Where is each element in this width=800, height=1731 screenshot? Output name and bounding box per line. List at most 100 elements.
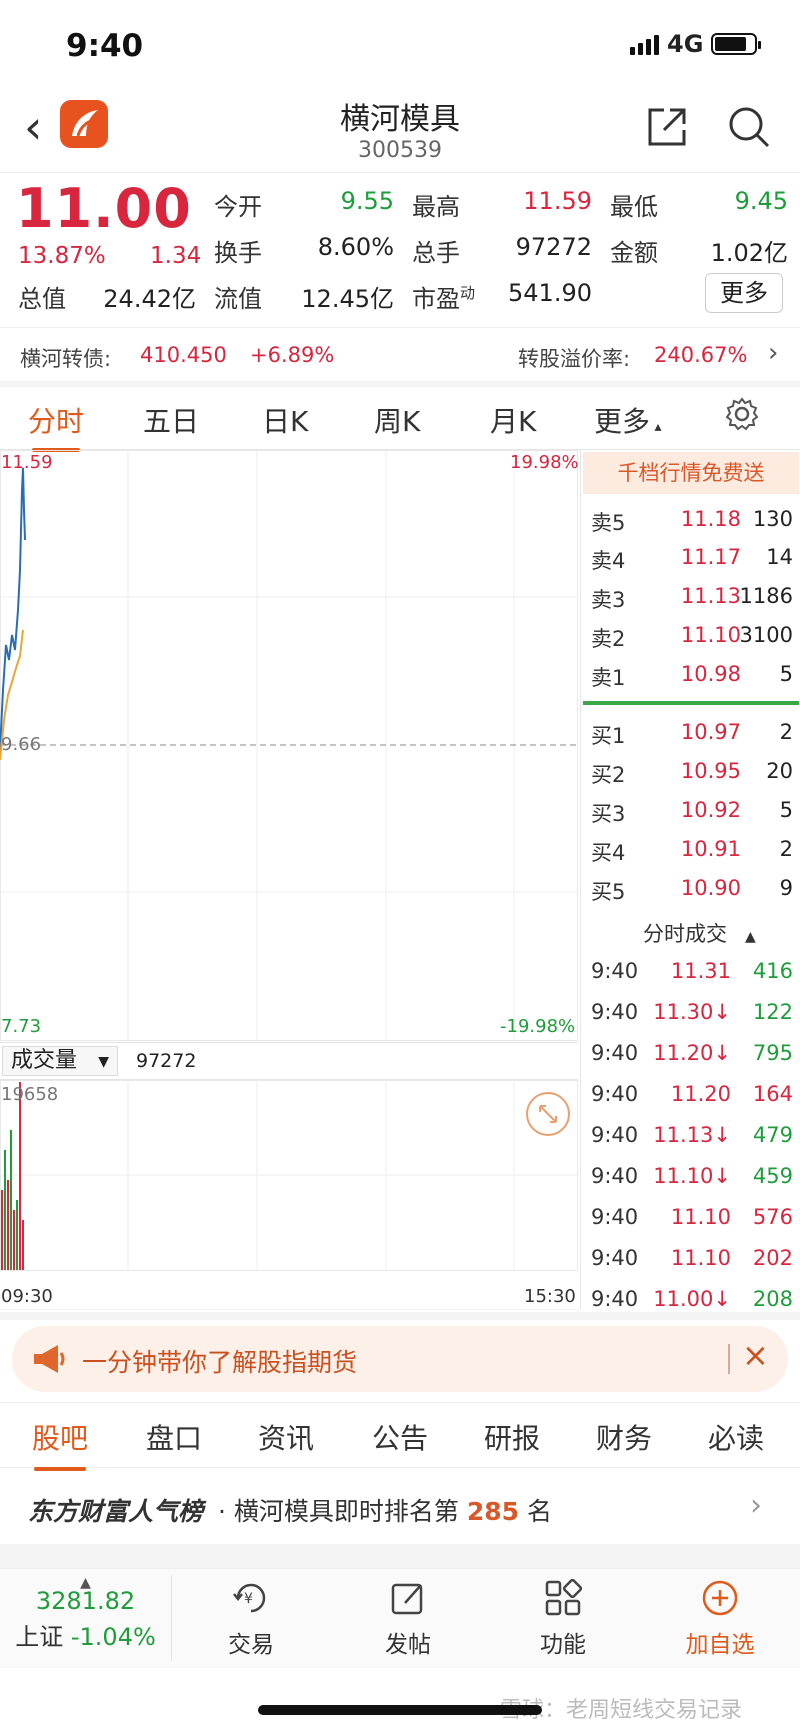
signal-icon	[630, 33, 659, 55]
edit-icon	[348, 1577, 468, 1619]
trades-title[interactable]: 分时成交 ▲	[643, 918, 756, 948]
trade-row: 9:40 11.20↓ 795	[591, 1041, 793, 1065]
search-icon[interactable]	[726, 104, 772, 150]
low-label: 最低	[610, 193, 658, 221]
tab-guba[interactable]: 股吧	[32, 1417, 88, 1471]
turnover-value: 8.60%	[317, 233, 394, 261]
tab-news[interactable]: 资讯	[258, 1417, 314, 1457]
home-indicator[interactable]	[258, 1705, 542, 1715]
volume-label: 总手	[412, 239, 460, 267]
rank-number: 285	[466, 1497, 520, 1526]
nav-functions[interactable]: 功能	[503, 1577, 623, 1659]
bid-row: 买1 10.97 2	[591, 720, 793, 748]
nav-post[interactable]: 发帖	[348, 1577, 468, 1659]
price-line	[0, 467, 26, 751]
chart-tabs: 分时 五日 日K 周K 月K 更多 ▴	[0, 390, 800, 452]
bottom-nav: ▲ 3281.82 上证 -1.04% ¥ 交易 发帖 功能 加自选	[0, 1568, 800, 1668]
intraday-chart[interactable]: 11.59 19.98% 9.66 7.73 -19.98% 成交量 ▼ 9727…	[0, 450, 579, 1310]
float-label: 流值	[214, 285, 262, 313]
trade-row: 9:40 11.31 416	[591, 959, 793, 983]
time-end-label: 15:30	[524, 1286, 576, 1307]
share-icon[interactable]	[644, 104, 690, 150]
tab-pankou[interactable]: 盘口	[146, 1417, 202, 1457]
order-book: 千档行情免费送 卖5 11.18 130 卖4 11.17 14 卖3 11.13 1186…	[580, 450, 800, 1311]
high-label: 最高	[412, 193, 460, 221]
index-ticker[interactable]: ▲ 3281.82 上证 -1.04%	[0, 1575, 172, 1661]
tab-more[interactable]: 更多 ▴	[594, 400, 662, 440]
amount-value: 1.02亿	[710, 239, 788, 267]
index-value: 3281.82	[35, 1587, 136, 1615]
change-percent: 13.87%	[18, 243, 106, 269]
tab-daily-k[interactable]: 日K	[262, 400, 308, 440]
tab-announcements[interactable]: 公告	[372, 1417, 428, 1457]
nav-trade[interactable]: ¥ 交易	[191, 1577, 311, 1659]
volume-max-label: 19658	[1, 1084, 59, 1105]
bond-change: +6.89%	[250, 343, 335, 367]
pct-high-label: 19.98%	[510, 452, 579, 473]
mcap-value: 24.42亿	[103, 285, 196, 313]
level2-promo-banner[interactable]: 千档行情免费送	[583, 452, 799, 494]
tab-finance[interactable]: 财务	[596, 1417, 652, 1457]
trade-row: 9:40 11.20 164	[591, 1082, 793, 1106]
trade-row: 9:40 11.10 576	[591, 1205, 793, 1229]
ask-row: 卖4 11.17 14	[591, 545, 793, 573]
chevron-right-icon: ›	[768, 338, 779, 368]
pe-label: 市盈动	[412, 284, 476, 313]
pe-value: 541.90	[508, 279, 592, 307]
expand-icon[interactable]	[526, 1092, 570, 1136]
volume-bars	[1, 1082, 24, 1270]
megaphone-icon	[32, 1342, 68, 1380]
open-label: 今开	[214, 193, 262, 221]
divider	[0, 381, 800, 387]
high-value: 11.59	[523, 187, 592, 215]
popularity-rank-row[interactable]: 东方财富人气榜 · 横河模具即时排名第 285 名 ›	[0, 1470, 800, 1544]
collapse-icon: ▲	[745, 929, 756, 945]
price-low-label: 7.73	[1, 1016, 42, 1037]
promo-banner[interactable]: 一分钟带你了解股指期货 ×	[12, 1326, 788, 1392]
trade-icon: ¥	[191, 1577, 311, 1619]
content-tabs: 股吧 盘口 资讯 公告 研报 财务 必读	[0, 1402, 800, 1471]
settings-gear-icon[interactable]	[724, 396, 760, 439]
trade-row: 9:40 11.10 202	[591, 1246, 793, 1270]
convertible-bond-row[interactable]: 横河转债: 410.450 +6.89% 转股溢价率: 240.67% ›	[0, 327, 800, 383]
svg-text:¥: ¥	[244, 1591, 253, 1607]
chevron-right-icon: ›	[750, 1488, 762, 1523]
tab-five-day[interactable]: 五日	[143, 400, 199, 440]
bid-row: 买3 10.92 5	[591, 798, 793, 826]
close-icon[interactable]: ×	[742, 1336, 769, 1374]
ask-row: 卖3 11.13 1186	[591, 584, 793, 612]
spread-divider	[583, 701, 799, 705]
tab-monthly-k[interactable]: 月K	[490, 400, 536, 440]
battery-icon	[711, 33, 762, 55]
add-circle-icon	[660, 1577, 780, 1619]
amount-label: 金额	[610, 239, 658, 267]
tab-intraday[interactable]: 分时	[28, 400, 84, 452]
trade-row: 9:40 11.10↓ 459	[591, 1164, 793, 1188]
ask-row: 卖2 11.10 3100	[591, 623, 793, 651]
trade-row: 9:40 11.13↓ 479	[591, 1123, 793, 1147]
volume-header: 成交量 ▼ 97272	[0, 1042, 578, 1080]
status-bar: 9:40 4G	[0, 0, 800, 95]
nav-add-watchlist[interactable]: 加自选	[660, 1577, 780, 1659]
tab-weekly-k[interactable]: 周K	[374, 400, 420, 440]
ask-row: 卖1 10.98 5	[591, 662, 793, 690]
open-value: 9.55	[340, 187, 394, 215]
bond-label: 横河转债:	[20, 347, 112, 371]
price-high-label: 11.59	[1, 452, 53, 473]
dropdown-icon: ▼	[98, 1054, 109, 1070]
bid-row: 买4 10.91 2	[591, 837, 793, 865]
price-mid-label: 9.66	[1, 734, 42, 755]
tab-research[interactable]: 研报	[484, 1417, 540, 1457]
mcap-label: 总值	[18, 285, 66, 313]
volume-selector[interactable]: 成交量 ▼	[2, 1046, 118, 1076]
ask-row: 卖5 11.18 130	[591, 507, 793, 535]
premium-value: 240.67%	[654, 343, 748, 367]
bid-row: 买2 10.95 20	[591, 759, 793, 787]
time-start-label: 09:30	[1, 1286, 53, 1307]
change-amount: 1.34	[150, 243, 202, 269]
status-indicators: 4G	[630, 30, 762, 58]
more-button[interactable]: 更多	[705, 273, 783, 313]
volume-total: 97272	[136, 1050, 197, 1072]
tab-must-read[interactable]: 必读	[708, 1417, 764, 1457]
trade-row: 9:40 11.30↓ 122	[591, 1000, 793, 1024]
